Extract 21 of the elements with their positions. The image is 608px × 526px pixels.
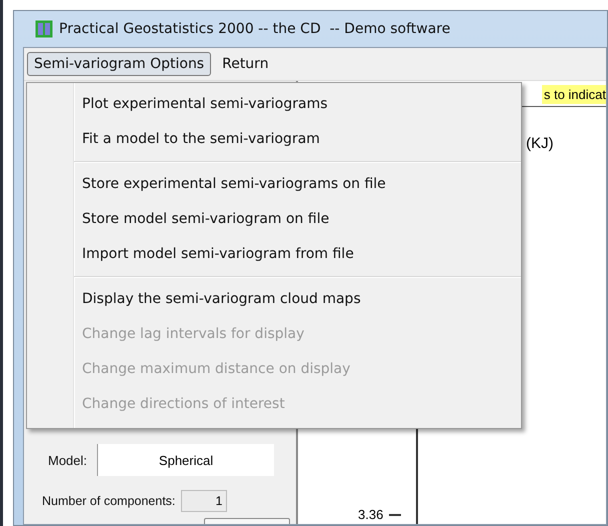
model-field[interactable]: Spherical [97, 444, 274, 476]
menu-bar-item[interactable]: Return [215, 52, 276, 76]
menu-item: Change maximum distance on display [82, 360, 352, 379]
menu-item: Change lag intervals for display [82, 325, 306, 344]
model-label: Model: [48, 452, 88, 468]
components-label: Number of components: [42, 494, 176, 508]
menu-item[interactable]: Fit a model to the semi-variogram [82, 122, 521, 157]
components-field[interactable]: 1 [181, 490, 228, 512]
tick-label: 3.36 [358, 507, 384, 522]
menu-item: Change directions of interest [82, 395, 286, 414]
app-icon [35, 20, 53, 38]
axis-label: (KJ) [526, 135, 554, 152]
menu-bar-item[interactable]: Semi-variogram Options [27, 52, 212, 76]
tick-mark [389, 514, 402, 516]
menu-item[interactable]: Display the semi-variogram cloud maps [82, 282, 521, 317]
menu-item[interactable]: Plot experimental semi-variograms [82, 87, 521, 122]
window-title: Practical Geostatistics 2000 -- the CD -- Demo software [59, 21, 450, 37]
hint-banner: s to indicat [542, 85, 606, 104]
menu-item[interactable]: Store model semi-variogram on file [82, 202, 521, 237]
menu-item[interactable]: Store experimental semi-variograms on file [82, 167, 521, 202]
menu-item[interactable]: Import model semi-variogram from file [82, 237, 521, 272]
